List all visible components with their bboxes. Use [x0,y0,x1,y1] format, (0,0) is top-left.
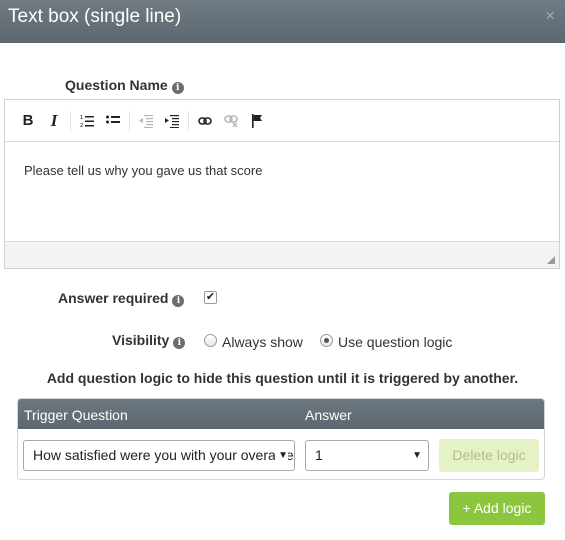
editor-content[interactable]: Please tell us why you gave us that scor… [5,142,559,241]
unordered-list-icon[interactable] [100,108,126,134]
add-logic-button[interactable]: + Add logic [449,492,545,525]
info-icon[interactable]: i [172,295,185,307]
toolbar-divider [129,110,130,131]
always-show-radio[interactable] [204,334,217,347]
chevron-down-icon: ▼ [275,441,288,470]
dialog-title: Text box (single line) [8,6,182,27]
editor-footer [5,241,559,268]
answer-required-label: Answer required [58,290,169,306]
always-show-label[interactable]: Always show [222,334,303,350]
svg-text:2: 2 [80,123,83,128]
question-name-editor: B I 12 Please tell us why you gave us th… [4,99,560,269]
bold-button[interactable]: B [15,108,41,134]
outdent-icon[interactable] [133,108,159,134]
unlink-icon[interactable] [218,108,244,134]
visibility-label-row: Visibility i [112,332,186,349]
info-icon[interactable]: i [171,82,184,94]
dialog-header: Text box (single line) × [0,0,565,43]
visibility-label: Visibility [112,332,170,348]
indent-icon[interactable] [159,108,185,134]
chevron-down-icon: ▼ [409,441,422,470]
use-question-logic-radio[interactable] [320,334,333,347]
toolbar-divider [70,110,71,131]
question-name-label-row: Question Name i [65,77,184,94]
answer-header: Answer [305,407,352,423]
editor-toolbar: B I 12 [5,100,559,142]
svg-text:1: 1 [80,115,83,121]
use-question-logic-label[interactable]: Use question logic [338,334,452,350]
logic-table-header: Trigger Question Answer [18,399,544,429]
answer-required-label-row: Answer required i [58,290,185,307]
toolbar-divider [188,110,189,131]
ordered-list-icon[interactable]: 12 [74,108,100,134]
info-icon[interactable]: i [173,337,186,349]
delete-logic-button[interactable]: Delete logic [439,439,539,472]
italic-button[interactable]: I [41,108,67,134]
logic-instructions: Add question logic to hide this question… [46,370,519,386]
resize-grip-icon[interactable] [547,256,555,264]
answer-select[interactable]: 1 ▼ [305,440,429,471]
trigger-question-value: How satisfied were you with your overall… [33,447,294,463]
answer-value: 1 [315,447,323,463]
answer-required-checkbox[interactable]: ✔ [204,291,217,304]
flag-icon[interactable] [244,108,270,134]
close-icon[interactable]: × [545,6,555,26]
link-icon[interactable] [192,108,218,134]
trigger-question-select[interactable]: How satisfied were you with your overall… [23,440,295,471]
question-name-label: Question Name [65,77,168,93]
trigger-question-header: Trigger Question [24,407,128,423]
